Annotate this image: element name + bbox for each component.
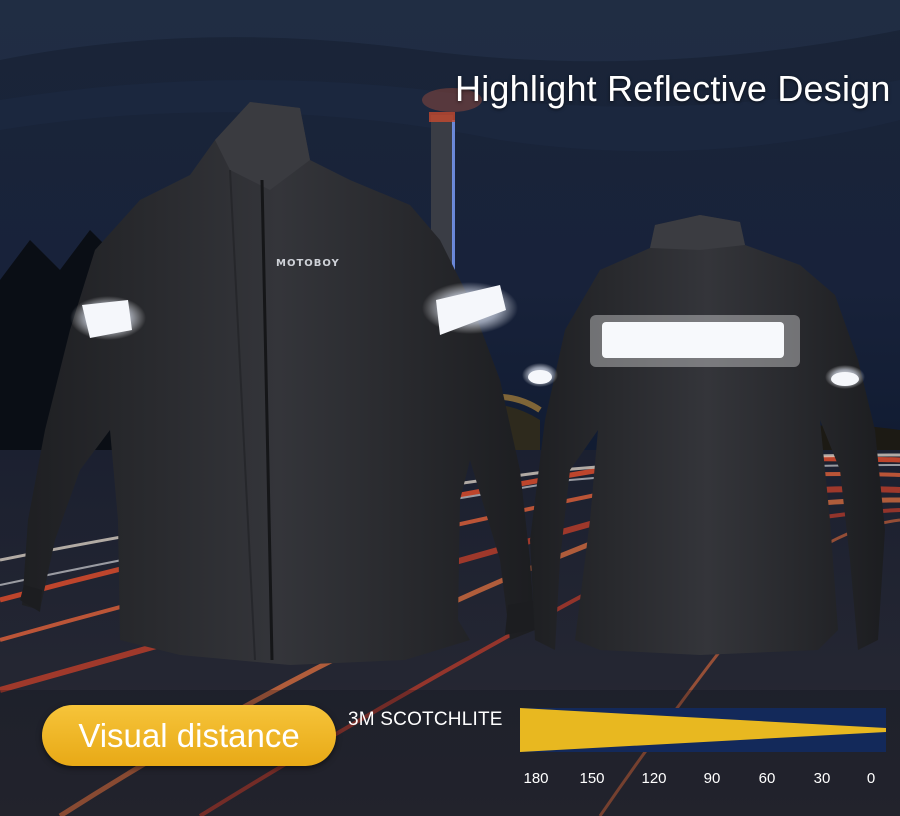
scale-tick: 150 [579,770,605,787]
material-label: 3M SCOTCHLITE [348,709,503,730]
scale-tick: 60 [758,770,776,787]
visual-distance-badge: Visual distance [42,705,336,766]
headline: Highlight Reflective Design [455,68,891,109]
scale-tick: 30 [813,770,831,787]
scale-tick: 0 [866,770,876,787]
scale-tick: 90 [703,770,721,787]
visibility-wedge [520,708,886,752]
brand-logo: MOTOBOY [276,258,340,269]
visual-distance-label: Visual distance [78,717,300,754]
distance-scale: 180 150 120 90 60 30 0 [0,770,900,790]
scale-tick: 180 [523,770,549,787]
night-highway-scene: MOTOBOY [0,0,900,816]
scale-tick: 120 [641,770,667,787]
product-banner: MOTOBOY Highlight Reflective Design Visu… [0,0,900,816]
